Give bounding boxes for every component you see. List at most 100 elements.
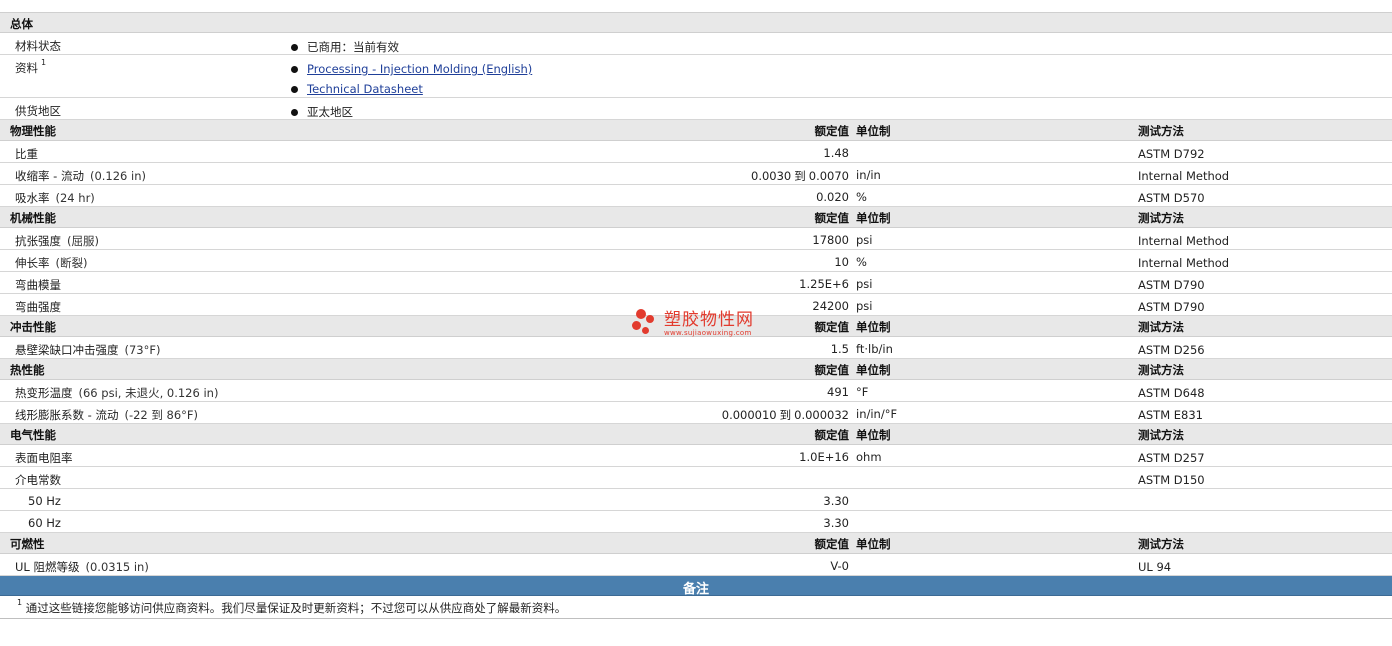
row-unit: psi [856,233,873,247]
row-value-range: 0.000010 到 0.000032 [721,408,849,422]
row-unit: % [856,190,867,204]
footnote-marker: 1 [41,58,47,68]
row-test: ASTM D790 [1138,278,1205,292]
section-electrical-header: 电气性能 额定值 单位制 测试方法 [0,424,1392,445]
col-header-test: 测试方法 [1138,428,1184,442]
section-flammability-header: 可燃性 额定值 单位制 测试方法 [0,533,1392,554]
row-value: 24200 [812,299,849,313]
notes-row: 1 通过这些链接您能够访问供应商资料。我们尽量保证及时更新资料；不过您可以从供应… [0,596,1392,619]
section-physical-header: 物理性能 额定值 单位制 测试方法 [0,120,1392,141]
row-test: ASTM D790 [1138,300,1205,314]
section-mechanical-header: 机械性能 额定值 单位制 测试方法 [0,207,1392,228]
row-value: V-0 [830,559,849,573]
row-value: 0.020 [816,190,849,204]
bullet-dot-icon [291,65,298,73]
col-header-test: 测试方法 [1138,211,1184,225]
row-test: UL 94 [1138,560,1172,574]
table-row: 比重 1.48 ASTM D792 [0,141,1392,163]
bullet-list: Processing - Injection Molding (English)… [291,59,532,99]
row-unit: psi [856,299,873,313]
section-title: 电气性能 [10,428,56,442]
row-sub-label: 50 Hz [28,494,61,508]
row-unit: % [856,255,867,269]
row-test: ASTM D256 [1138,343,1205,357]
row-condition: (24 hr) [55,191,95,205]
bullet-dot-icon [291,43,298,51]
row-condition: (0.126 in) [89,169,147,183]
link-technical-datasheet[interactable]: Technical Datasheet [307,82,423,96]
row-value: 491 [827,385,849,399]
row-sub-label: 60 Hz [28,516,61,530]
col-header-value: 额定值 [814,363,850,377]
row-test: Internal Method [1138,169,1230,183]
logo-dots-icon [632,309,660,339]
table-row: 线形膨胀系数 - 流动 (-22 到 86°F) 0.000010 到 0.00003… [0,402,1392,424]
row-condition: (屈服) [67,234,99,248]
col-header-unit: 单位制 [856,428,891,442]
bullet-list: 亚太地区 [291,102,353,122]
row-test: ASTM D648 [1138,386,1205,400]
col-header-value: 额定值 [814,320,850,334]
table-row: 伸长率 (断裂) 10 % Internal Method [0,250,1392,272]
row-label: 悬壁梁缺口冲击强度 (73°F) [15,343,161,357]
col-header-unit: 单位制 [856,537,891,551]
row-label: 抗张强度 (屈服) [15,234,99,248]
col-header-test: 测试方法 [1138,124,1184,138]
section-general-header: 总体 [0,12,1392,33]
watermark-logo: 塑胶物性网 www.sujiaowuxing.com [632,306,772,342]
row-unit: ft·lb/in [856,342,893,356]
bullet-dot-icon [291,108,298,116]
bullet-dot-icon [291,85,298,93]
table-row: UL 阻燃等级 (0.0315 in) V-0 UL 94 [0,554,1392,576]
row-label: 收缩率 - 流动 (0.126 in) [15,169,147,183]
supply-region-value: 亚太地区 [307,105,353,119]
row-test: ASTM D150 [1138,473,1205,487]
table-row: 表面电阻率 1.0E+16 ohm ASTM D257 [0,445,1392,467]
row-unit: ohm [856,450,882,464]
row-label: 介电常数 [15,473,61,487]
row-unit: psi [856,277,873,291]
row-condition: (-22 到 86°F) [124,408,199,422]
watermark-name: 塑胶物性网 [664,309,754,330]
row-label: 供货地区 [15,104,61,118]
row-value: 3.30 [823,494,849,508]
col-header-test: 测试方法 [1138,363,1184,377]
row-test: ASTM D792 [1138,147,1205,161]
section-title: 冲击性能 [10,320,56,334]
row-label: 表面电阻率 [15,451,73,465]
col-header-unit: 单位制 [856,320,891,334]
row-test: ASTM D570 [1138,191,1205,205]
table-row: 收缩率 - 流动 (0.126 in) 0.0030 到 0.0070 in/in I… [0,163,1392,185]
row-label: 弯曲强度 [15,300,61,314]
row-supply-region: 供货地区 亚太地区 [0,98,1392,120]
section-title: 可燃性 [10,537,45,551]
col-header-value: 额定值 [814,428,850,442]
table-row: 60 Hz 3.30 [0,511,1392,533]
col-header-test: 测试方法 [1138,320,1184,334]
row-value-range: 0.0030 到 0.0070 [751,169,849,183]
row-label: 比重 [15,147,38,161]
row-label: 吸水率 (24 hr) [15,191,95,205]
col-header-value: 额定值 [814,211,850,225]
row-condition: (0.0315 in) [85,560,149,574]
row-unit: °F [856,385,869,399]
row-label: 伸长率 (断裂) [15,256,88,270]
col-header-unit: 单位制 [856,124,891,138]
row-test: Internal Method [1138,256,1230,270]
section-title: 机械性能 [10,211,56,225]
row-label: 线形膨胀系数 - 流动 (-22 到 86°F) [15,408,199,422]
link-processing-injection-molding[interactable]: Processing - Injection Molding (English) [307,62,532,76]
col-header-value: 额定值 [814,537,850,551]
table-row: 吸水率 (24 hr) 0.020 % ASTM D570 [0,185,1392,207]
row-label: 热变形温度 (66 psi, 未退火, 0.126 in) [15,386,219,400]
table-row: 50 Hz 3.30 [0,489,1392,511]
row-condition: (73°F) [124,343,161,357]
table-row: 热变形温度 (66 psi, 未退火, 0.126 in) 491 °F ASTM… [0,380,1392,402]
row-label: 资料 1 [15,58,47,75]
section-title: 总体 [10,17,33,31]
section-thermal-header: 热性能 额定值 单位制 测试方法 [0,359,1392,380]
row-test: ASTM E831 [1138,408,1203,422]
row-material-status: 材料状态 已商用：当前有效 [0,33,1392,55]
watermark-url: www.sujiaowuxing.com [664,328,752,337]
section-title: 物理性能 [10,124,56,138]
